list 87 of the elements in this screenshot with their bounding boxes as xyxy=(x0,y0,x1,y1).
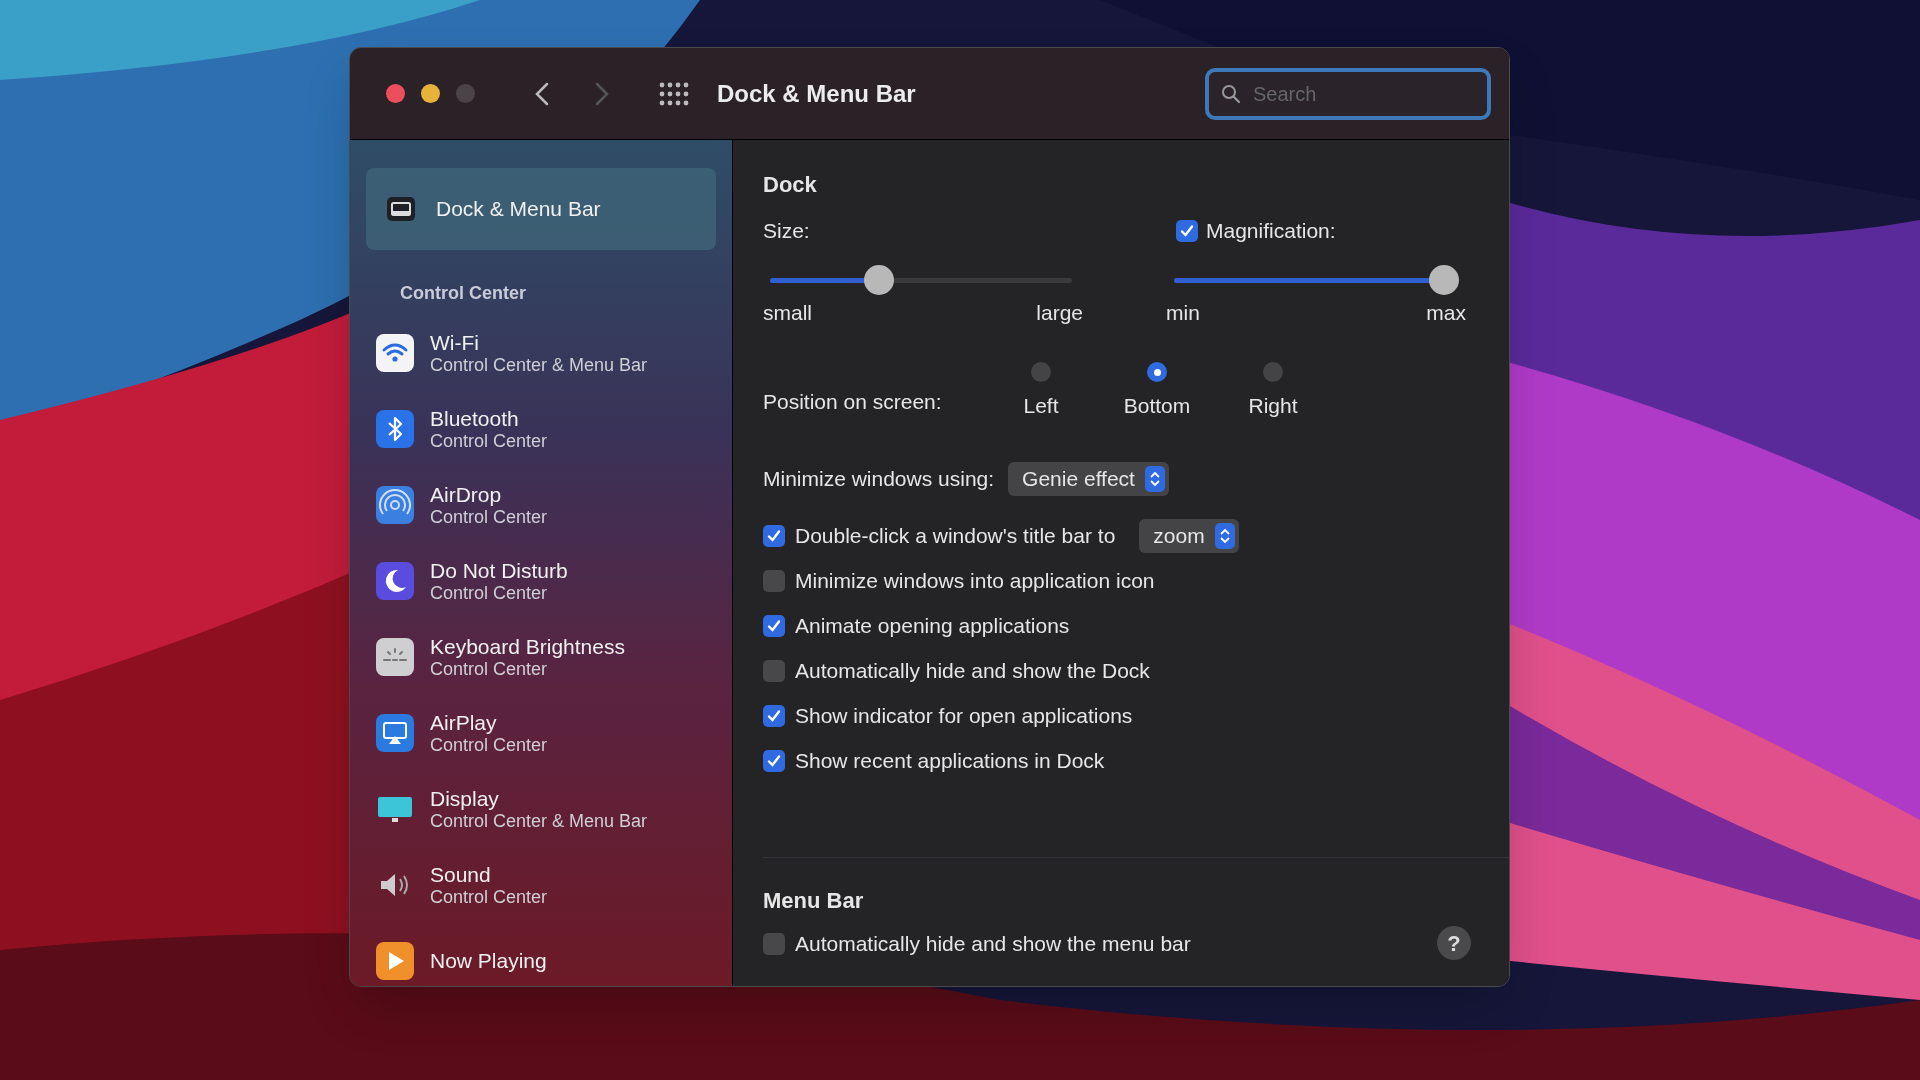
sidebar-item[interactable]: Wi-Fi Control Center & Menu Bar xyxy=(366,315,716,391)
option-label: Show indicator for open applications xyxy=(795,703,1133,730)
checkbox[interactable] xyxy=(763,705,785,727)
slider-thumb[interactable] xyxy=(1429,264,1459,295)
help-button[interactable]: ? xyxy=(1437,926,1471,960)
slider-max-label: large xyxy=(1036,299,1083,326)
checkmark-icon xyxy=(766,753,782,769)
item-title: Bluetooth xyxy=(430,406,520,431)
sidebar-item[interactable]: Display Control Center & Menu Bar xyxy=(366,771,716,847)
radio-label: Bottom xyxy=(1123,393,1191,419)
section-title: Menu Bar xyxy=(763,887,865,915)
radio-label: Right xyxy=(1248,393,1298,419)
item-title: Display xyxy=(430,786,500,811)
item-subtitle: Control Center & Menu Bar xyxy=(430,810,648,832)
wifi-icon xyxy=(376,334,414,372)
keyboard-brightness-icon xyxy=(376,638,414,676)
search-icon xyxy=(1221,84,1241,104)
airdrop-icon xyxy=(376,486,414,524)
checkbox[interactable] xyxy=(1176,219,1198,242)
checkbox[interactable] xyxy=(763,570,785,592)
radio-button[interactable] xyxy=(1147,362,1167,382)
checkmark-icon xyxy=(766,618,782,634)
checkmark-icon xyxy=(766,528,782,544)
item-title: AirPlay xyxy=(430,710,498,735)
option-label: Show recent applications in Dock xyxy=(795,748,1105,775)
stepper-icon xyxy=(1214,523,1235,549)
checkbox[interactable] xyxy=(763,660,785,682)
checkbox[interactable] xyxy=(763,932,785,955)
minimize-label: Minimize windows using: xyxy=(763,465,995,492)
item-subtitle: Control Center xyxy=(430,506,548,528)
section-title: Dock xyxy=(763,171,818,199)
dock-icon xyxy=(386,194,416,224)
back-icon[interactable] xyxy=(535,81,549,106)
bluetooth-icon xyxy=(376,410,414,448)
section-header: Control Center xyxy=(400,282,527,305)
sidebar-item[interactable]: Bluetooth Control Center xyxy=(366,391,716,467)
option-label: Automatically hide and show the menu bar xyxy=(795,930,1191,957)
item-title: Wi-Fi xyxy=(430,330,480,355)
slider-thumb[interactable] xyxy=(863,264,894,295)
magnification-label: Magnification: xyxy=(1206,218,1336,244)
airplay-icon xyxy=(376,714,414,752)
item-title: Keyboard Brightness xyxy=(430,634,625,659)
minimize-button[interactable] xyxy=(421,84,440,103)
sidebar-item[interactable]: Do Not Disturb Control Center xyxy=(366,543,716,619)
close-button[interactable] xyxy=(386,84,405,103)
item-title: Dock & Menu Bar xyxy=(436,196,601,222)
item-title: Do Not Disturb xyxy=(430,558,568,583)
item-subtitle: Control Center xyxy=(430,582,549,604)
grid-icon[interactable] xyxy=(659,81,689,106)
sidebar-item[interactable]: Now Playing xyxy=(366,923,716,986)
sidebar-item[interactable]: Sound Control Center xyxy=(366,847,716,923)
sidebar-item[interactable]: Keyboard Brightness Control Center xyxy=(366,619,716,695)
item-subtitle: Control Center xyxy=(430,734,548,756)
sidebar-item[interactable]: AirDrop Control Center xyxy=(366,467,716,543)
moon-icon xyxy=(376,562,414,600)
slider-max-label: max xyxy=(1426,299,1466,326)
radio-label: Left xyxy=(1023,393,1059,419)
radio-button[interactable] xyxy=(1263,362,1283,382)
checkbox[interactable] xyxy=(763,615,785,637)
item-title: Now Playing xyxy=(430,948,547,974)
radio-button[interactable] xyxy=(1031,362,1051,382)
item-subtitle: Control Center xyxy=(430,430,548,452)
popup-button[interactable]: Genie effect xyxy=(1008,461,1169,496)
item-title: AirDrop xyxy=(430,482,503,507)
popup-button[interactable]: zoom xyxy=(1139,519,1239,553)
sidebar-item[interactable]: Dock & Menu Bar xyxy=(366,168,716,250)
checkmark-icon xyxy=(766,708,782,724)
checkbox[interactable] xyxy=(763,525,785,547)
item-title: Sound xyxy=(430,862,492,887)
size-label: Size: xyxy=(763,218,811,244)
window-title: Dock & Menu Bar xyxy=(717,78,916,109)
item-subtitle: Control Center xyxy=(430,886,548,908)
slider-min-label: min xyxy=(1166,299,1200,326)
position-label: Position on screen: xyxy=(763,389,943,415)
sidebar-item[interactable]: AirPlay Control Center xyxy=(366,695,716,771)
option-label: Minimize windows into application icon xyxy=(795,568,1155,595)
now-playing-icon xyxy=(376,942,414,980)
slider-min-label: small xyxy=(763,299,812,326)
stepper-icon xyxy=(1144,465,1165,492)
option-label: Automatically hide and show the Dock xyxy=(795,658,1150,685)
item-subtitle: Control Center & Menu Bar xyxy=(430,354,648,376)
item-subtitle: Control Center xyxy=(430,658,549,680)
checkmark-icon xyxy=(1179,222,1195,239)
option-label: Double-click a window's title bar to xyxy=(795,523,1116,550)
search-field[interactable]: Search xyxy=(1205,68,1491,120)
checkbox[interactable] xyxy=(763,750,785,772)
option-label: Animate opening applications xyxy=(795,613,1070,640)
